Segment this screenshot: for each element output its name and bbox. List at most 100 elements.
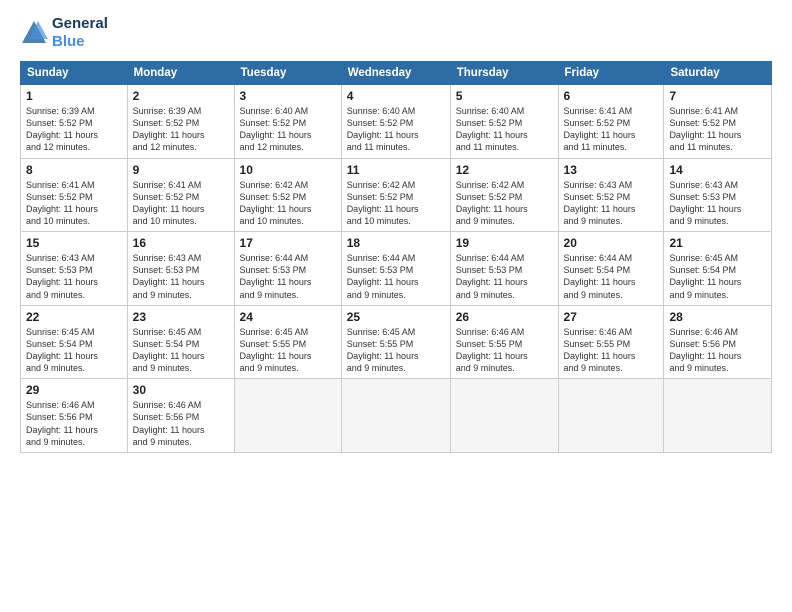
cell-info: Sunrise: 6:43 AMSunset: 5:53 PMDaylight:…	[669, 179, 766, 228]
calendar-cell: 15Sunrise: 6:43 AMSunset: 5:53 PMDayligh…	[21, 232, 128, 306]
cell-info: Sunrise: 6:46 AMSunset: 5:55 PMDaylight:…	[564, 326, 659, 375]
cell-info: Sunrise: 6:43 AMSunset: 5:53 PMDaylight:…	[133, 252, 229, 301]
cell-info: Sunrise: 6:39 AMSunset: 5:52 PMDaylight:…	[26, 105, 122, 154]
calendar-header-row: SundayMondayTuesdayWednesdayThursdayFrid…	[21, 62, 772, 85]
day-number: 30	[133, 383, 229, 397]
calendar-cell: 22 Sunrise: 6:45 AMSunset: 5:54 PMDayligh…	[21, 305, 128, 379]
cell-info: Sunrise: 6:44 AMSunset: 5:53 PMDaylight:…	[240, 252, 336, 301]
calendar-cell: 11Sunrise: 6:42 AMSunset: 5:52 PMDayligh…	[341, 158, 450, 232]
day-number: 6	[564, 89, 659, 103]
calendar-cell: 1 Sunrise: 6:39 AMSunset: 5:52 PMDaylight…	[21, 85, 128, 159]
logo-text: General Blue	[52, 15, 108, 51]
cell-info: Sunrise: 6:46 AMSunset: 5:56 PMDaylight:…	[133, 399, 229, 448]
calendar-cell: 19 Sunrise: 6:44 AMSunset: 5:53 PMDayligh…	[450, 232, 558, 306]
weekday-header-tuesday: Tuesday	[234, 62, 341, 85]
calendar-cell: 28Sunrise: 6:46 AMSunset: 5:56 PMDayligh…	[664, 305, 772, 379]
day-number: 29	[26, 383, 122, 397]
calendar-cell	[450, 379, 558, 453]
day-number: 5	[456, 89, 553, 103]
day-number: 3	[240, 89, 336, 103]
day-number: 2	[133, 89, 229, 103]
cell-info: Sunrise: 6:42 AMSunset: 5:52 PMDaylight:…	[240, 179, 336, 228]
cell-info: Sunrise: 6:44 AMSunset: 5:53 PMDaylight:…	[456, 252, 553, 301]
calendar-cell: 16 Sunrise: 6:43 AMSunset: 5:53 PMDayligh…	[127, 232, 234, 306]
day-number: 1	[26, 89, 122, 103]
day-number: 25	[347, 310, 445, 324]
cell-info: Sunrise: 6:45 AMSunset: 5:55 PMDaylight:…	[347, 326, 445, 375]
day-number: 9	[133, 163, 229, 177]
calendar-cell: 3 Sunrise: 6:40 AMSunset: 5:52 PMDaylight…	[234, 85, 341, 159]
calendar-cell: 9Sunrise: 6:41 AMSunset: 5:52 PMDaylight…	[127, 158, 234, 232]
day-number: 20	[564, 236, 659, 250]
day-number: 27	[564, 310, 659, 324]
weekday-header-thursday: Thursday	[450, 62, 558, 85]
calendar-cell: 26 Sunrise: 6:46 AMSunset: 5:55 PMDayligh…	[450, 305, 558, 379]
calendar-cell: 10 Sunrise: 6:42 AMSunset: 5:52 PMDayligh…	[234, 158, 341, 232]
day-number: 28	[669, 310, 766, 324]
calendar-cell: 5 Sunrise: 6:40 AMSunset: 5:52 PMDaylight…	[450, 85, 558, 159]
logo: General Blue	[20, 15, 108, 51]
calendar-cell: 23 Sunrise: 6:45 AMSunset: 5:54 PMDayligh…	[127, 305, 234, 379]
calendar-week-5: 29 Sunrise: 6:46 AMSunset: 5:56 PMDayligh…	[21, 379, 772, 453]
day-number: 22	[26, 310, 122, 324]
calendar-cell	[664, 379, 772, 453]
day-number: 10	[240, 163, 336, 177]
calendar-cell: 6 Sunrise: 6:41 AMSunset: 5:52 PMDaylight…	[558, 85, 664, 159]
cell-info: Sunrise: 6:46 AMSunset: 5:55 PMDaylight:…	[456, 326, 553, 375]
day-number: 8	[26, 163, 122, 177]
day-number: 17	[240, 236, 336, 250]
cell-info: Sunrise: 6:45 AMSunset: 5:54 PMDaylight:…	[133, 326, 229, 375]
weekday-header-wednesday: Wednesday	[341, 62, 450, 85]
day-number: 23	[133, 310, 229, 324]
day-number: 13	[564, 163, 659, 177]
day-number: 19	[456, 236, 553, 250]
cell-info: Sunrise: 6:43 AMSunset: 5:52 PMDaylight:…	[564, 179, 659, 228]
header: General Blue	[20, 15, 772, 51]
calendar-cell: 14 Sunrise: 6:43 AMSunset: 5:53 PMDayligh…	[664, 158, 772, 232]
calendar-cell: 18Sunrise: 6:44 AMSunset: 5:53 PMDayligh…	[341, 232, 450, 306]
calendar-cell: 24 Sunrise: 6:45 AMSunset: 5:55 PMDayligh…	[234, 305, 341, 379]
weekday-header-saturday: Saturday	[664, 62, 772, 85]
calendar-week-3: 15Sunrise: 6:43 AMSunset: 5:53 PMDayligh…	[21, 232, 772, 306]
cell-info: Sunrise: 6:45 AMSunset: 5:55 PMDaylight:…	[240, 326, 336, 375]
day-number: 16	[133, 236, 229, 250]
day-number: 7	[669, 89, 766, 103]
calendar-cell: 2Sunrise: 6:39 AMSunset: 5:52 PMDaylight…	[127, 85, 234, 159]
calendar-cell	[341, 379, 450, 453]
weekday-header-friday: Friday	[558, 62, 664, 85]
day-number: 18	[347, 236, 445, 250]
day-number: 21	[669, 236, 766, 250]
calendar-cell: 17 Sunrise: 6:44 AMSunset: 5:53 PMDayligh…	[234, 232, 341, 306]
cell-info: Sunrise: 6:45 AMSunset: 5:54 PMDaylight:…	[26, 326, 122, 375]
day-number: 24	[240, 310, 336, 324]
calendar-cell: 8 Sunrise: 6:41 AMSunset: 5:52 PMDaylight…	[21, 158, 128, 232]
calendar-cell: 25 Sunrise: 6:45 AMSunset: 5:55 PMDayligh…	[341, 305, 450, 379]
day-number: 12	[456, 163, 553, 177]
day-number: 14	[669, 163, 766, 177]
cell-info: Sunrise: 6:46 AMSunset: 5:56 PMDaylight:…	[26, 399, 122, 448]
calendar-cell: 30 Sunrise: 6:46 AMSunset: 5:56 PMDayligh…	[127, 379, 234, 453]
calendar-cell	[558, 379, 664, 453]
cell-info: Sunrise: 6:41 AMSunset: 5:52 PMDaylight:…	[564, 105, 659, 154]
calendar-cell: 21 Sunrise: 6:45 AMSunset: 5:54 PMDayligh…	[664, 232, 772, 306]
cell-info: Sunrise: 6:40 AMSunset: 5:52 PMDaylight:…	[240, 105, 336, 154]
cell-info: Sunrise: 6:41 AMSunset: 5:52 PMDaylight:…	[669, 105, 766, 154]
cell-info: Sunrise: 6:44 AMSunset: 5:54 PMDaylight:…	[564, 252, 659, 301]
calendar-body: 1 Sunrise: 6:39 AMSunset: 5:52 PMDaylight…	[21, 85, 772, 453]
cell-info: Sunrise: 6:42 AMSunset: 5:52 PMDaylight:…	[347, 179, 445, 228]
calendar-cell: 27 Sunrise: 6:46 AMSunset: 5:55 PMDayligh…	[558, 305, 664, 379]
logo-icon	[20, 19, 48, 47]
weekday-header-monday: Monday	[127, 62, 234, 85]
cell-info: Sunrise: 6:42 AMSunset: 5:52 PMDaylight:…	[456, 179, 553, 228]
calendar-cell	[234, 379, 341, 453]
cell-info: Sunrise: 6:40 AMSunset: 5:52 PMDaylight:…	[347, 105, 445, 154]
cell-info: Sunrise: 6:40 AMSunset: 5:52 PMDaylight:…	[456, 105, 553, 154]
calendar-cell: 29 Sunrise: 6:46 AMSunset: 5:56 PMDayligh…	[21, 379, 128, 453]
cell-info: Sunrise: 6:43 AMSunset: 5:53 PMDaylight:…	[26, 252, 122, 301]
day-number: 26	[456, 310, 553, 324]
calendar-cell: 20 Sunrise: 6:44 AMSunset: 5:54 PMDayligh…	[558, 232, 664, 306]
calendar-week-2: 8 Sunrise: 6:41 AMSunset: 5:52 PMDaylight…	[21, 158, 772, 232]
cell-info: Sunrise: 6:41 AMSunset: 5:52 PMDaylight:…	[26, 179, 122, 228]
cell-info: Sunrise: 6:45 AMSunset: 5:54 PMDaylight:…	[669, 252, 766, 301]
calendar-table: SundayMondayTuesdayWednesdayThursdayFrid…	[20, 61, 772, 453]
